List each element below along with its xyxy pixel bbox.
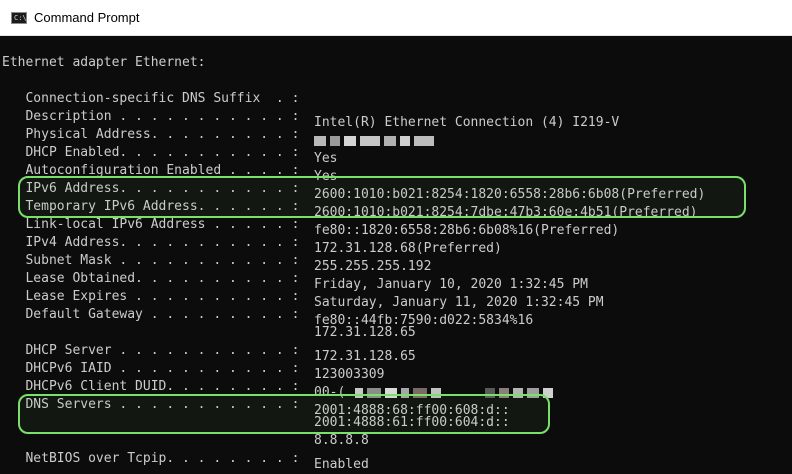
dns-servers-highlight-box xyxy=(18,394,550,434)
console-row: NetBIOS over Tcpip. . . . . . . . : Enabl… xyxy=(2,451,369,472)
console-output[interactable]: Ethernet adapter Ethernet: Connection-sp… xyxy=(0,36,792,474)
console-row: Physical Address. . . . . . . . . : xyxy=(2,126,438,146)
title-bar[interactable]: C:\. Command Prompt xyxy=(0,0,792,36)
adapter-header: Ethernet adapter Ethernet: xyxy=(2,55,206,70)
console-row: 172.31.128.65 xyxy=(314,325,416,340)
redaction-block xyxy=(384,135,396,146)
redaction-block xyxy=(360,135,380,146)
console-row: Subnet Mask . . . . . . . . . . . :255.2… xyxy=(2,253,432,274)
console-row: Default Gateway . . . . . . . . . : fe80:… xyxy=(2,307,534,328)
redaction-block xyxy=(414,135,434,146)
window-title: Command Prompt xyxy=(34,10,140,25)
redaction-block xyxy=(400,135,410,146)
console-row: DHCP Server . . . . . . . . . . . :172.3… xyxy=(2,343,416,364)
console-row: Link-local IPv6 Address . . . . . : fe80:… xyxy=(2,217,620,238)
console-row: 8.8.8.8 xyxy=(314,433,369,448)
command-prompt-window: C:\. Command Prompt Ethernet adapter Eth… xyxy=(0,0,792,474)
console-row: Description . . . . . . . . . . . : Intel… xyxy=(2,109,620,130)
console-row: Lease Obtained. . . . . . . . . . : Frida… xyxy=(2,271,588,292)
redaction-block xyxy=(344,135,356,146)
console-row: Lease Expires . . . . . . . . . . : Satur… xyxy=(2,289,604,310)
console-row: DHCPv6 IAID . . . . . . . . . . . :12300… xyxy=(2,361,385,382)
cmd-icon: C:\. xyxy=(11,12,31,24)
console-row: IPv4 Address. . . . . . . . . . . :172.3… xyxy=(2,235,502,256)
console-row: DHCP Enabled. . . . . . . . . . . : Yes xyxy=(2,145,338,166)
console-row: Connection-specific DNS Suffix . : xyxy=(2,91,300,106)
ipv6-highlight-box xyxy=(18,176,746,218)
